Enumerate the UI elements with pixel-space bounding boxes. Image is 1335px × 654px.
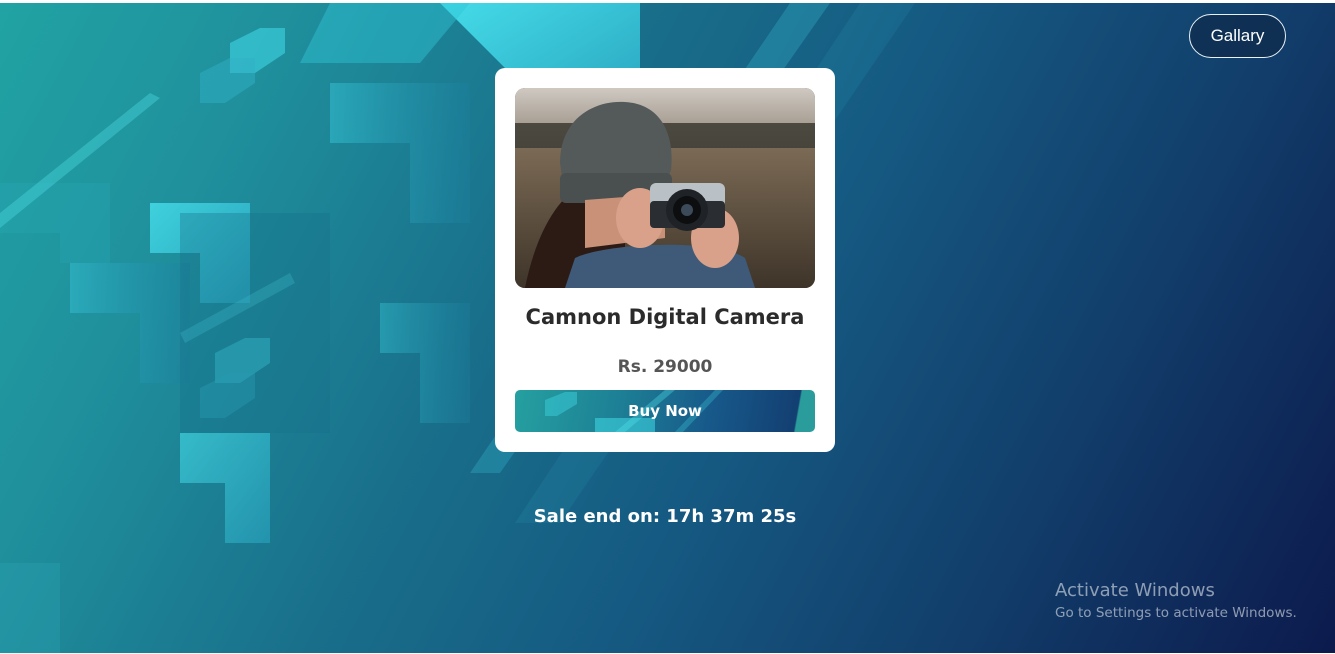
activate-windows-title: Activate Windows xyxy=(1055,580,1215,601)
activate-windows-subtitle: Go to Settings to activate Windows. xyxy=(1055,605,1297,621)
product-price: Rs. 29000 xyxy=(617,357,713,377)
buy-now-label: Buy Now xyxy=(628,402,702,420)
buy-now-button[interactable]: Buy Now xyxy=(515,390,815,432)
gallery-button[interactable]: Gallary xyxy=(1189,14,1286,58)
sale-countdown: Sale end on: 17h 37m 25s xyxy=(533,506,797,527)
product-card: Camnon Digital Camera Rs. 29000 Buy Now xyxy=(495,68,835,452)
product-title: Camnon Digital Camera xyxy=(525,305,805,329)
product-image xyxy=(515,88,815,288)
activate-windows-watermark: Activate Windows Go to Settings to activ… xyxy=(1055,580,1297,621)
